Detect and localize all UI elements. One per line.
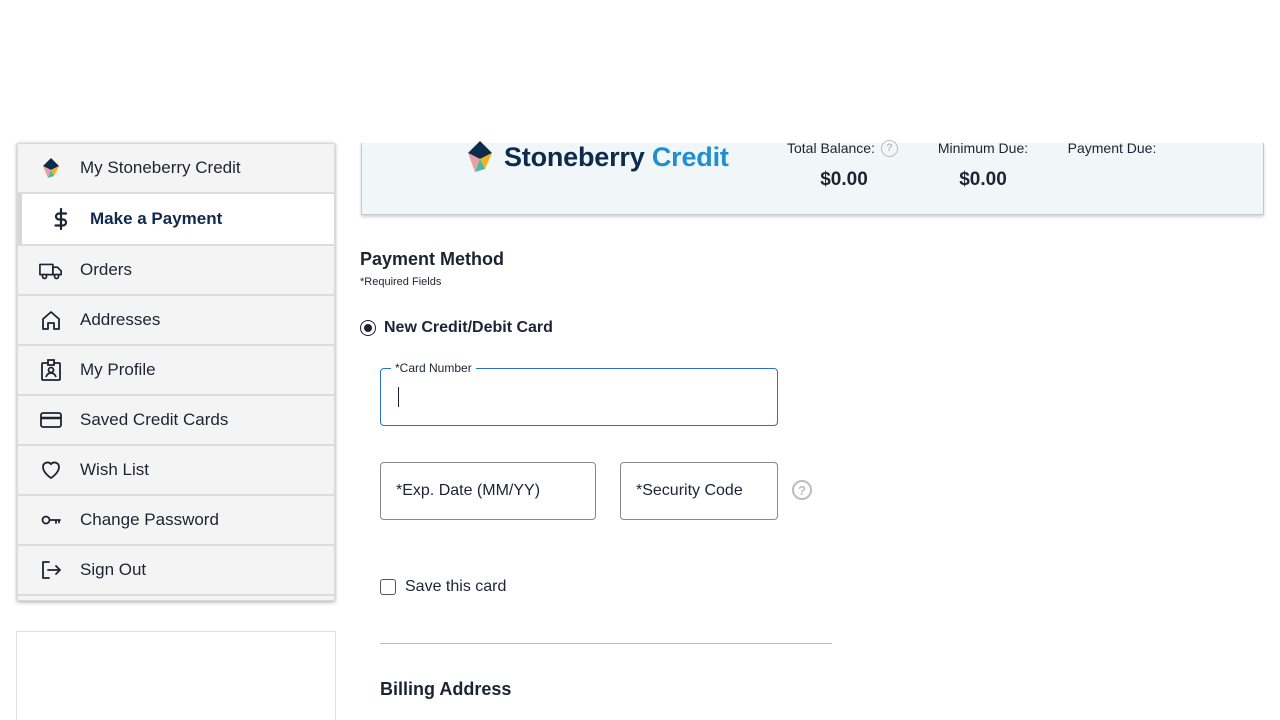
card-number-field[interactable]: *Card Number	[380, 362, 778, 426]
sidebar-item-my-stoneberry-credit[interactable]: My Stoneberry Credit	[18, 144, 334, 194]
total-balance-value: $0.00	[820, 169, 868, 190]
total-balance-label: Total Balance:	[787, 140, 875, 156]
logo-credit-text: Credit	[651, 141, 729, 172]
sidebar-item-label: Change Password	[80, 510, 219, 529]
minimum-due-value: $0.00	[959, 169, 1007, 190]
exp-date-placeholder: *Exp. Date (MM/YY)	[396, 482, 541, 499]
account-sidebar: My Stoneberry Credit Make a Payment Orde…	[17, 143, 335, 601]
section-divider	[380, 643, 832, 644]
sidebar-secondary-panel	[16, 631, 336, 720]
sidebar-item-make-a-payment[interactable]: Make a Payment	[18, 194, 334, 246]
sidebar-item-change-password[interactable]: Change Password	[18, 496, 334, 546]
required-fields-note: *Required Fields	[360, 276, 442, 288]
sidebar-item-label: Make a Payment	[90, 209, 223, 228]
save-card-option[interactable]: Save this card	[380, 578, 506, 596]
total-balance: Total Balance: ? $0.00	[787, 139, 909, 191]
save-card-checkbox[interactable]	[380, 579, 396, 595]
stoneberry-logo-icon	[468, 141, 492, 172]
billing-address-title: Billing Address	[380, 679, 512, 699]
payment-method-title: Payment Method	[360, 249, 505, 269]
credit-card-icon	[38, 407, 64, 433]
card-number-label: *Card Number	[391, 362, 476, 375]
minimum-due: Minimum Due: $0.00	[930, 140, 1036, 191]
heart-icon	[38, 457, 64, 483]
key-icon	[38, 507, 64, 533]
truck-icon	[38, 257, 64, 283]
exp-date-field[interactable]: *Exp. Date (MM/YY)	[380, 462, 596, 520]
sidebar-item-orders[interactable]: Orders	[18, 246, 334, 296]
payment-due-label: Payment Due:	[1067, 140, 1157, 156]
credit-balance-banner: Stoneberry Credit Total Balance: ? $0.00…	[361, 139, 1264, 215]
minimum-due-label: Minimum Due:	[937, 140, 1029, 156]
sidebar-item-label: Sign Out	[80, 560, 147, 579]
sidebar-item-saved-credit-cards[interactable]: Saved Credit Cards	[18, 396, 334, 446]
sidebar-item-label: My Stoneberry Credit	[80, 158, 241, 177]
new-card-radio[interactable]	[360, 320, 376, 336]
security-code-help-icon[interactable]: ?	[792, 480, 812, 500]
sidebar-item-label: My Profile	[80, 360, 156, 379]
sidebar-item-wish-list[interactable]: Wish List	[18, 446, 334, 496]
sidebar-item-addresses[interactable]: Addresses	[18, 296, 334, 346]
id-badge-icon	[38, 357, 64, 383]
sidebar-item-sign-out[interactable]: Sign Out	[18, 546, 334, 596]
sidebar-item-label: Saved Credit Cards	[80, 410, 229, 429]
payment-due: Payment Due:	[1058, 140, 1166, 169]
sidebar-item-my-profile[interactable]: My Profile	[18, 346, 334, 396]
sidebar-item-label: Addresses	[80, 310, 161, 329]
security-code-placeholder: *Security Code	[636, 482, 743, 499]
stoneberry-logo-icon	[38, 155, 64, 181]
text-caret	[398, 387, 399, 407]
help-icon[interactable]: ?	[880, 139, 898, 157]
stoneberry-credit-logo: Stoneberry Credit	[462, 139, 729, 175]
dollar-icon	[48, 206, 74, 232]
security-code-field[interactable]: *Security Code	[620, 462, 778, 520]
home-icon	[38, 307, 64, 333]
new-card-option[interactable]: New Credit/Debit Card	[360, 319, 553, 337]
new-card-label: New Credit/Debit Card	[384, 319, 553, 336]
sidebar-item-label: Wish List	[80, 460, 149, 479]
sign-out-icon	[38, 557, 64, 583]
logo-brand-text: Stoneberry	[504, 141, 645, 172]
save-card-label: Save this card	[405, 578, 507, 595]
sidebar-item-label: Orders	[80, 260, 132, 279]
